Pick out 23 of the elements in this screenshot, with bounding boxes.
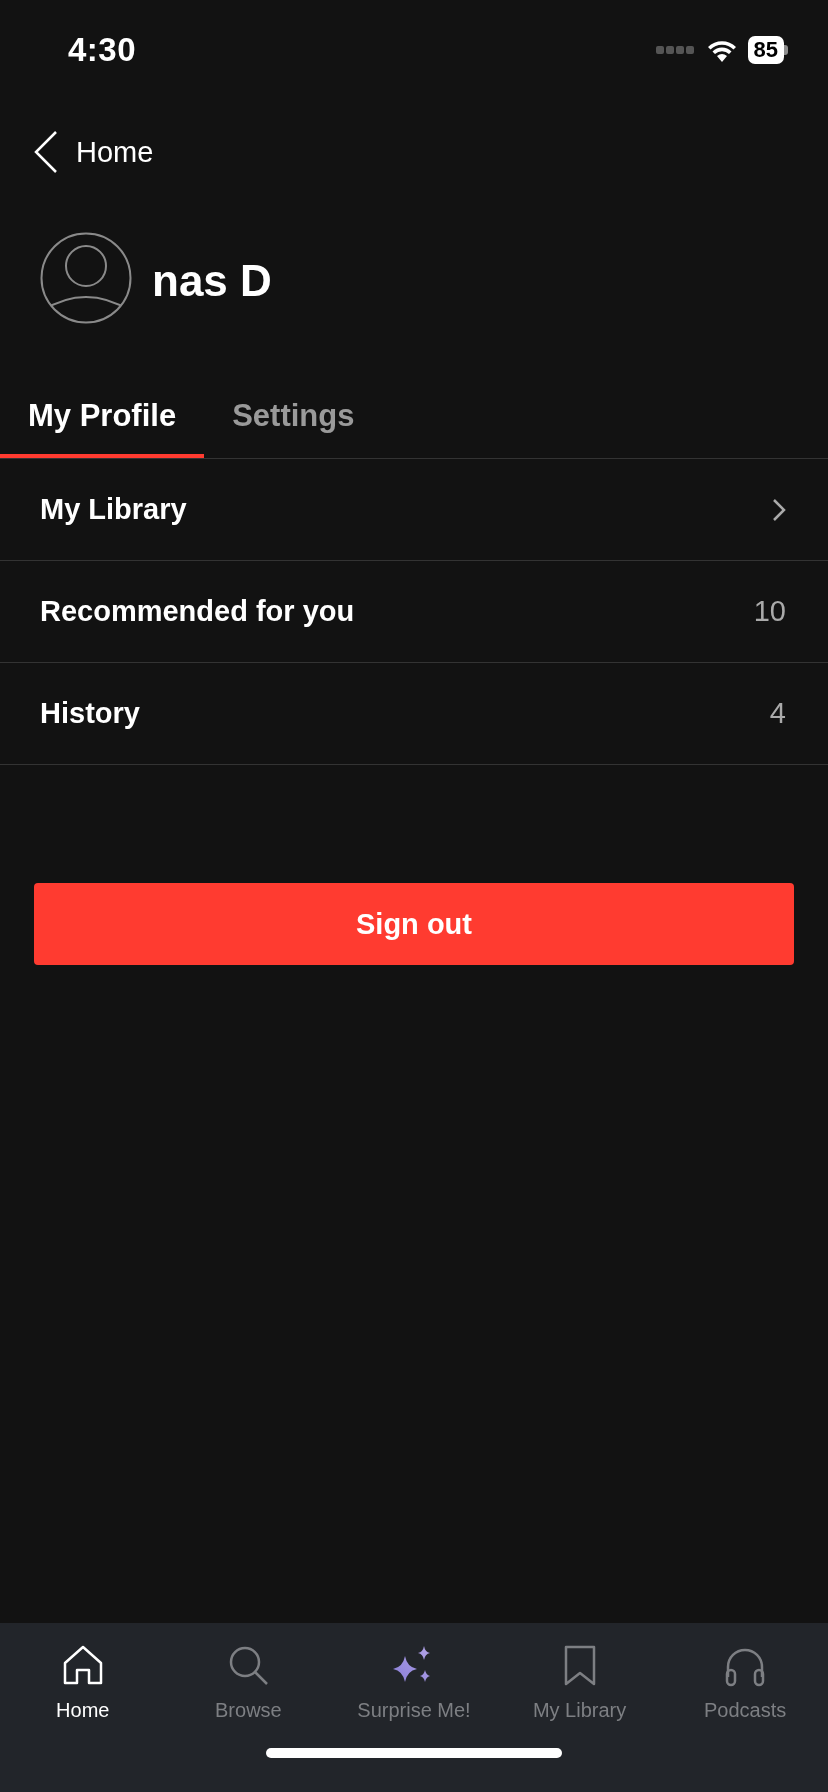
nav-tab[interactable]: My Library [496, 1643, 663, 1722]
sign-out-button[interactable]: Sign out [34, 883, 794, 965]
nav-tab[interactable]: Podcasts [662, 1643, 828, 1722]
menu-item[interactable]: My Library [0, 459, 828, 561]
menu-label: My Library [40, 493, 188, 526]
nav-tab[interactable]: Home [0, 1643, 166, 1722]
item-count: 10 [753, 595, 786, 628]
back-icon [34, 130, 58, 174]
item-count: 4 [769, 697, 786, 730]
menu-item[interactable]: Recommended for you 10 [0, 561, 828, 663]
menu-label: History [40, 697, 141, 730]
nav-tab[interactable]: Browse [165, 1643, 332, 1722]
tab[interactable]: My Profile [0, 374, 205, 458]
profile-name: nas D [152, 256, 272, 306]
tab[interactable]: Settings [204, 374, 383, 458]
menu-item[interactable]: History 4 [0, 663, 828, 765]
menu-label: Recommended for you [40, 595, 356, 628]
signal-icon [655, 46, 696, 54]
chevron-icon [772, 497, 786, 522]
nav-tab[interactable]: Surprise Me! [331, 1643, 497, 1722]
status-time: 4:30 [68, 31, 138, 69]
avatar-icon [40, 232, 132, 324]
back-button[interactable]: Home [34, 100, 154, 204]
